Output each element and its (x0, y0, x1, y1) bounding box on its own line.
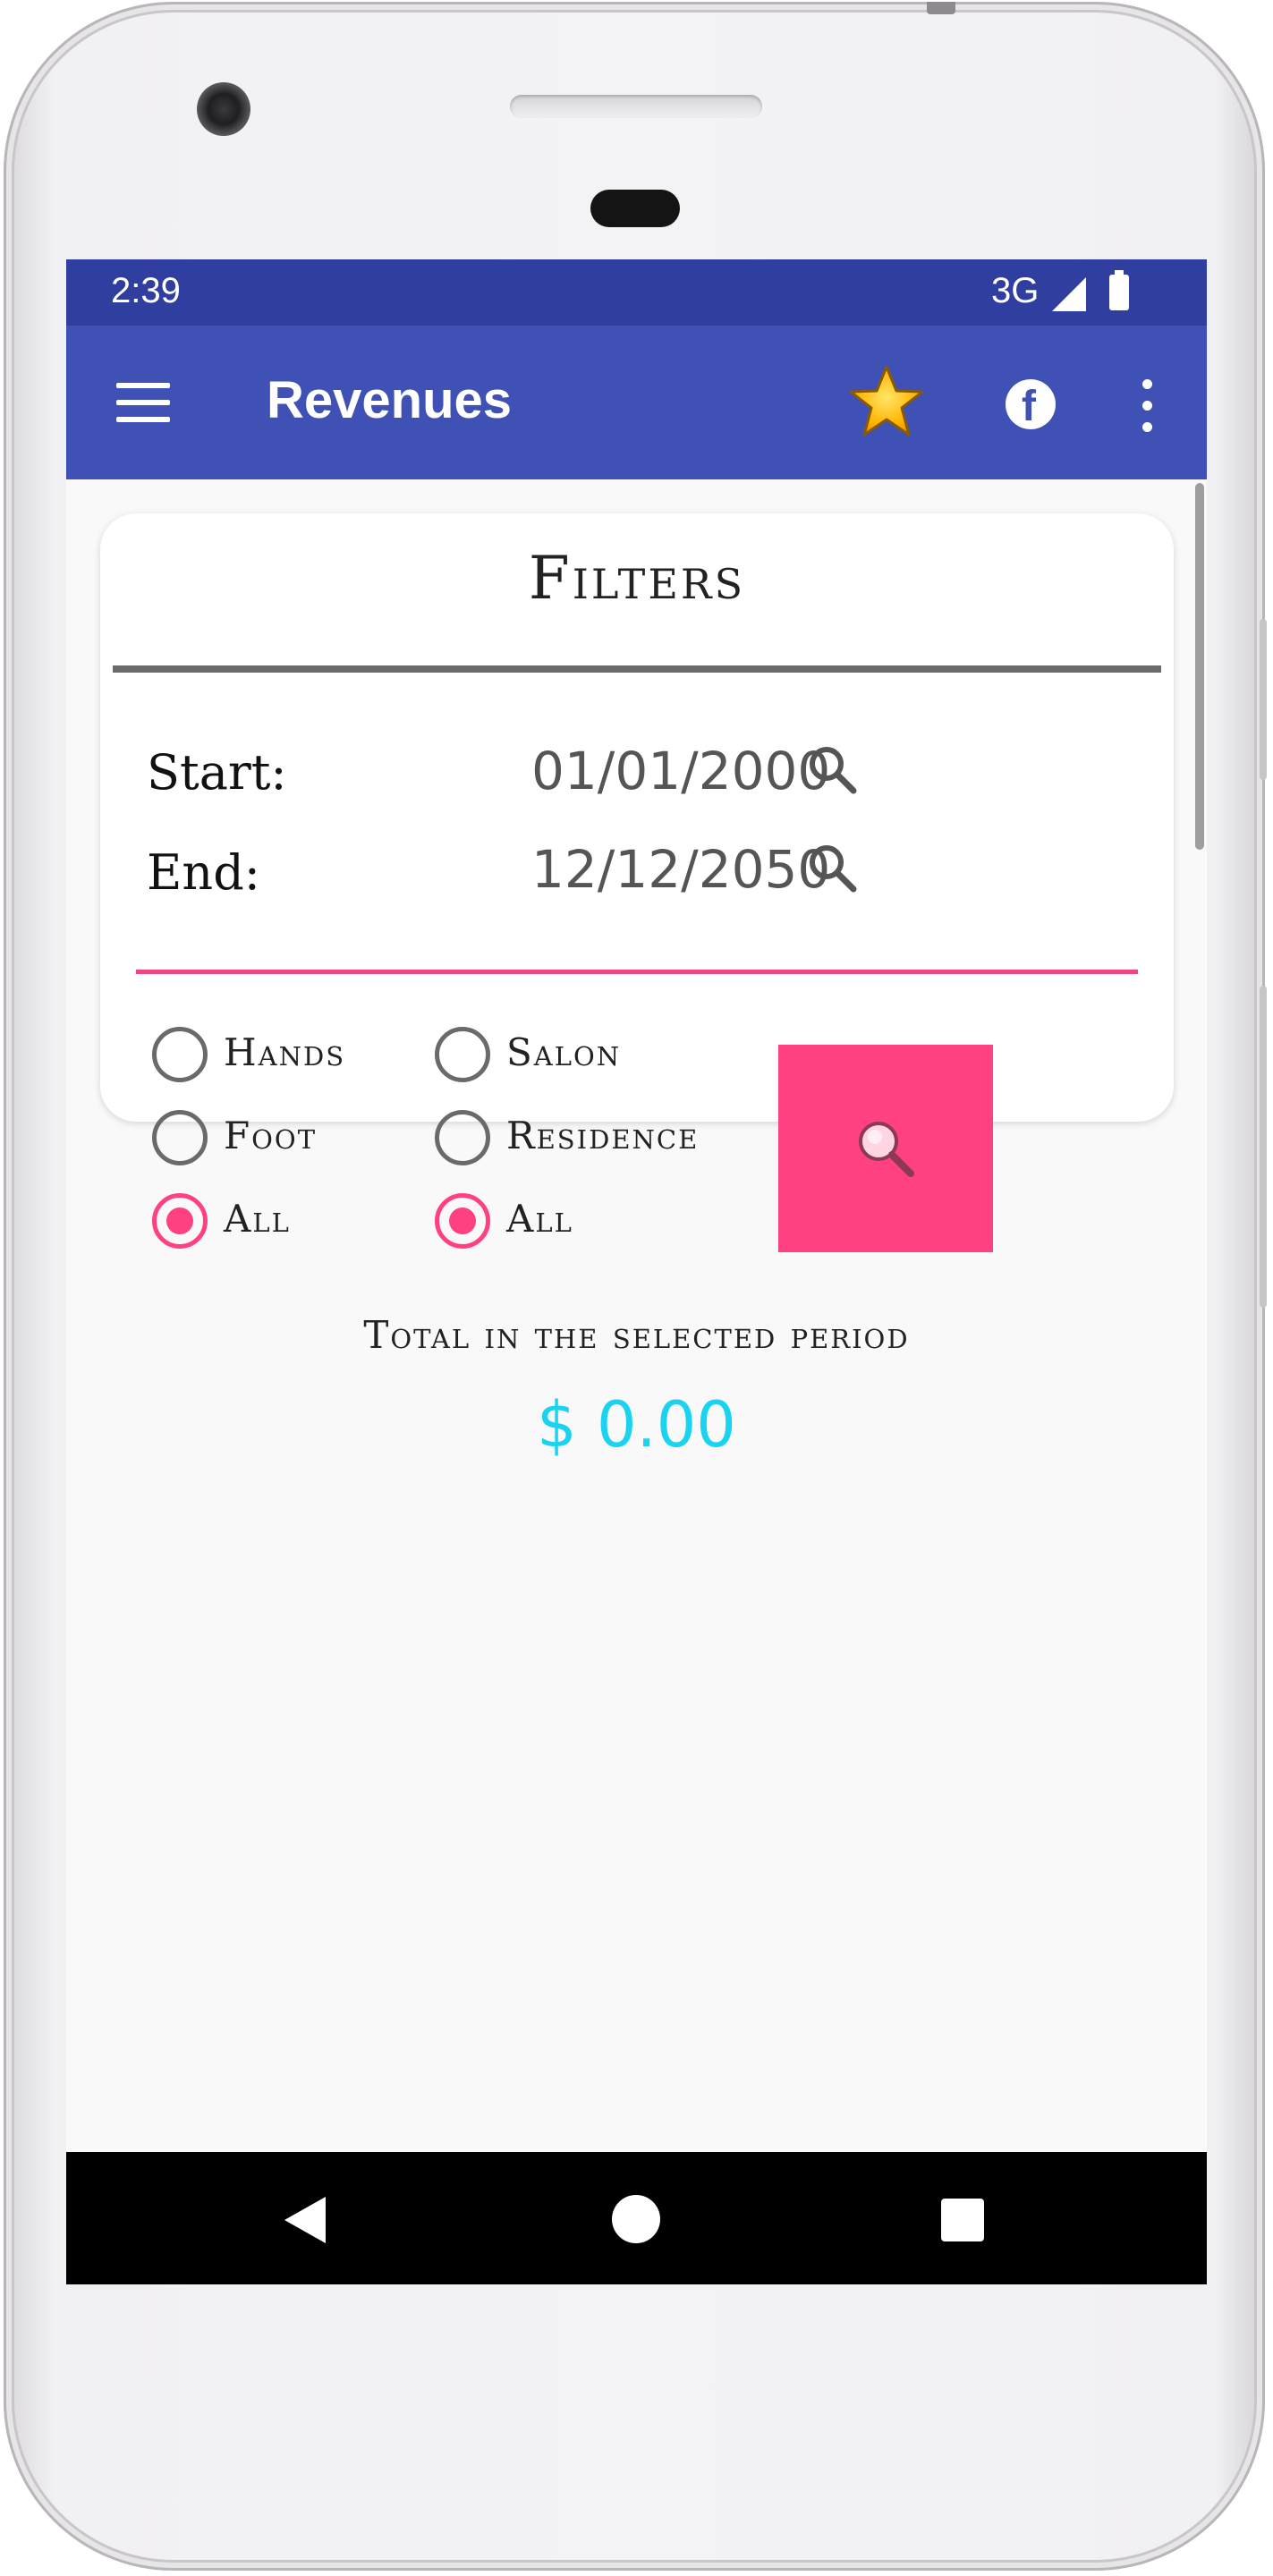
status-time: 2:39 (111, 271, 181, 310)
radio-residence-label[interactable]: Residence (506, 1114, 699, 1157)
app-bar: Revenues f (66, 326, 1207, 479)
title-divider (113, 665, 1161, 673)
battery-icon (1109, 270, 1129, 310)
navigation-bar (66, 2152, 1207, 2284)
filters-title: Filters (528, 544, 746, 613)
status-bar: 2:39 3G (66, 259, 1207, 326)
radio-service-all[interactable] (152, 1193, 208, 1249)
start-label: Start: (147, 744, 287, 801)
star-icon[interactable] (846, 361, 927, 442)
search-icon (859, 1122, 914, 1177)
back-icon[interactable] (284, 2197, 326, 2243)
end-date-value[interactable]: 12/12/2050 (531, 839, 830, 900)
end-date-search-icon[interactable] (805, 841, 859, 894)
home-icon[interactable] (612, 2195, 660, 2243)
page-title: Revenues (267, 371, 513, 429)
dates-divider (136, 970, 1138, 974)
power-button-top (927, 2, 955, 14)
end-label: End: (147, 844, 260, 901)
radio-salon[interactable] (435, 1027, 490, 1082)
facebook-icon[interactable]: f (1006, 379, 1056, 430)
earpiece (590, 190, 680, 227)
network-type: 3G (991, 271, 1040, 310)
scrollbar[interactable] (1195, 483, 1204, 850)
filters-card: Filters Start: 01/01/2000 End: 12/12/205… (100, 513, 1174, 1249)
radio-location-all[interactable] (435, 1193, 490, 1249)
radio-service-all-label[interactable]: All (224, 1197, 291, 1241)
radio-residence[interactable] (435, 1110, 490, 1165)
radio-foot-label[interactable]: Foot (224, 1114, 317, 1157)
radio-hands-label[interactable]: Hands (224, 1030, 345, 1074)
volume-up-button (1260, 619, 1267, 780)
radio-hands[interactable] (152, 1027, 208, 1082)
total-value: $ 0.00 (537, 1388, 736, 1462)
total-label: Total in the selected period (363, 1313, 910, 1357)
volume-down-button (1260, 986, 1267, 1308)
search-button[interactable] (778, 1045, 993, 1252)
speaker-grille (510, 95, 762, 118)
more-vert-icon[interactable] (1138, 379, 1156, 433)
start-date-search-icon[interactable] (805, 742, 859, 796)
screen: 2:39 3G Revenues f Filters Start: 01/01/… (66, 259, 1207, 2284)
radio-salon-label[interactable]: Salon (506, 1030, 621, 1074)
phone-frame: 2:39 3G Revenues f Filters Start: 01/01/… (4, 2, 1267, 2571)
start-date-value[interactable]: 01/01/2000 (531, 741, 830, 801)
recent-apps-icon[interactable] (941, 2199, 984, 2241)
radio-location-all-label[interactable]: All (506, 1197, 573, 1241)
menu-icon[interactable] (116, 383, 170, 422)
signal-icon (1052, 277, 1086, 311)
radio-foot[interactable] (152, 1110, 208, 1165)
front-camera (197, 82, 250, 136)
